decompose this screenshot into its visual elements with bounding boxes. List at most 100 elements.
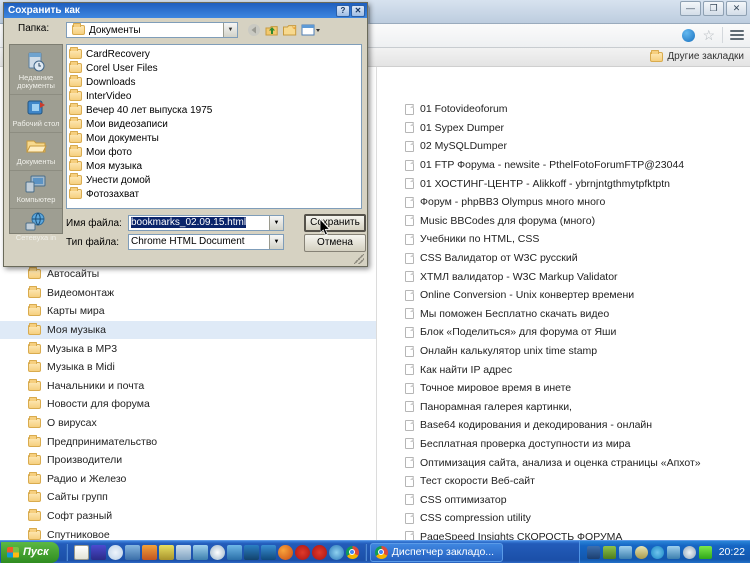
opera-icon[interactable] — [294, 544, 310, 560]
bookmark-item[interactable]: Base64 кодирования и декодирования - онл… — [378, 416, 750, 435]
tree-folder-item[interactable]: Софт разный — [0, 507, 376, 526]
bookmark-item[interactable]: Как найти IP адрес — [378, 360, 750, 379]
clock-icon[interactable] — [682, 545, 696, 559]
tree-folder-item[interactable]: О вирусах — [0, 414, 376, 433]
file-list-item[interactable]: Мои документы — [69, 131, 361, 145]
file-type-select[interactable]: Chrome HTML Document ▼ — [128, 234, 284, 250]
tree-folder-item[interactable]: Новости для форума — [0, 395, 376, 414]
menu-icon[interactable] — [730, 28, 744, 42]
photoshop-icon[interactable] — [243, 544, 259, 560]
file-list-item[interactable]: Унести домой — [69, 173, 361, 187]
shield-icon[interactable] — [602, 545, 616, 559]
file-list-item[interactable]: Вечер 40 лет выпуска 1975 — [69, 103, 361, 117]
mail-icon[interactable] — [124, 544, 140, 560]
explorer-icon[interactable] — [226, 544, 242, 560]
file-list[interactable]: CardRecovery Corel User Files Downloads Int… — [66, 44, 362, 209]
close-icon[interactable]: ✕ — [351, 4, 365, 17]
bookmark-item[interactable]: 01 ХОСТИНГ-ЦЕНТР - Alikkoff - ybrnjntgth… — [378, 174, 750, 193]
bell-icon[interactable] — [634, 545, 648, 559]
bookmark-item[interactable]: Форум - phpBB3 Olympus много много — [378, 193, 750, 212]
bookmark-item[interactable]: 01 Fotovideoforum — [378, 100, 750, 119]
minimize-button[interactable]: — — [680, 1, 701, 16]
back-icon[interactable] — [247, 23, 261, 37]
cancel-button[interactable]: Отмена — [304, 234, 366, 252]
new-folder-icon[interactable] — [283, 23, 297, 37]
indesign-icon[interactable] — [260, 544, 276, 560]
notepad-icon[interactable] — [73, 544, 89, 560]
file-list-item[interactable]: Фотозахват — [69, 187, 361, 201]
bookmark-item[interactable]: Music BBCodes для форума (много) — [378, 212, 750, 231]
bookmark-item[interactable]: Онлайн калькулятор unix time stamp — [378, 342, 750, 361]
look-in-combobox[interactable]: Документы ▼ — [66, 22, 238, 38]
bookmark-item[interactable]: CSS оптимизатор — [378, 490, 750, 509]
circle-icon[interactable] — [107, 544, 123, 560]
file-list-item[interactable]: Мои видеозаписи — [69, 117, 361, 131]
skype-icon[interactable] — [650, 545, 664, 559]
close-window-button[interactable]: ✕ — [726, 1, 747, 16]
tree-folder-item[interactable]: Радио и Железо — [0, 470, 376, 489]
file-list-item[interactable]: Downloads — [69, 75, 361, 89]
bookmark-item[interactable]: Тест скорости Веб-сайт — [378, 472, 750, 491]
sql-icon[interactable] — [586, 545, 600, 559]
file-list-item[interactable]: CardRecovery — [69, 47, 361, 61]
bookmark-item[interactable]: CSS compression utility — [378, 509, 750, 528]
file-list-item[interactable]: Мои фото — [69, 145, 361, 159]
tree-folder-item[interactable]: Музыка в Midi — [0, 358, 376, 377]
bookmark-item[interactable]: PageSpeed Insights СКОРОСТЬ ФОРУМА — [378, 528, 750, 540]
display-icon[interactable] — [90, 544, 106, 560]
file-name-input[interactable]: bookmarks_02.09.15.html ▼ — [128, 215, 284, 231]
chrome-icon[interactable] — [345, 545, 359, 559]
help-button[interactable]: ? — [336, 4, 350, 17]
place-computer[interactable]: Компьютер — [10, 171, 62, 209]
bookmark-item[interactable]: 01 FTP Форума - newsite - PthelFotoForum… — [378, 156, 750, 175]
clock[interactable]: 20:22 — [719, 546, 745, 558]
bookmark-item[interactable]: 01 Sypex Dumper — [378, 119, 750, 138]
place-recent-documents[interactable]: Недавние документы — [10, 49, 62, 95]
opera-icon-2[interactable] — [311, 544, 327, 560]
disc-icon[interactable] — [209, 544, 225, 560]
bookmark-list[interactable]: 01 Fotovideoforum 01 Sypex Dumper 02 MySQL… — [378, 67, 750, 540]
bookmark-item[interactable]: Online Conversion - Unix конвертер време… — [378, 286, 750, 305]
pencil-icon[interactable] — [158, 544, 174, 560]
network-icon[interactable] — [666, 545, 680, 559]
chevron-down-icon[interactable]: ▼ — [223, 23, 237, 37]
up-folder-icon[interactable] — [265, 23, 279, 37]
chevron-down-icon[interactable]: ▼ — [269, 216, 283, 230]
tree-folder-item[interactable]: Предпринимательство — [0, 432, 376, 451]
paint-icon[interactable] — [141, 544, 157, 560]
bookmark-item[interactable]: Учебники по HTML, CSS — [378, 230, 750, 249]
tree-folder-item[interactable]: Спутниковое — [0, 525, 376, 540]
bookmark-item[interactable]: 02 MySQLDumper — [378, 137, 750, 156]
tree-folder-item[interactable]: Моя музыка — [0, 320, 376, 340]
bookmark-item[interactable]: Панорамная галерея картинки, — [378, 398, 750, 417]
maximize-button[interactable]: ❐ — [703, 1, 724, 16]
folder-icon[interactable] — [175, 544, 191, 560]
tree-folder-item[interactable]: Автосайты — [0, 265, 376, 284]
tree-folder-item[interactable]: Видеомонтаж — [0, 284, 376, 303]
tree-folder-item[interactable]: Производители — [0, 451, 376, 470]
start-button[interactable]: Пуск — [1, 541, 59, 563]
tree-folder-item[interactable]: Начальники и почта — [0, 377, 376, 396]
sync-icon[interactable] — [618, 545, 632, 559]
bookmark-item[interactable]: Оптимизация сайта, анализа и оценка стра… — [378, 453, 750, 472]
place-network[interactable]: Сетевуха in — [10, 209, 62, 246]
globe-icon[interactable] — [682, 28, 696, 42]
media-icon[interactable] — [192, 544, 208, 560]
chevron-down-icon[interactable]: ▼ — [269, 235, 283, 249]
place-desktop[interactable]: Рабочий стол — [10, 95, 62, 133]
quick-launch[interactable] — [71, 544, 362, 560]
refresh-icon[interactable] — [698, 545, 712, 559]
firefox-icon[interactable] — [277, 544, 293, 560]
bookmark-item[interactable]: ХТМЛ валидатор - W3C Markup Validator — [378, 267, 750, 286]
place-documents[interactable]: Документы — [10, 133, 62, 171]
bookmark-item[interactable]: Мы поможен Бесплатно скачать видео — [378, 305, 750, 324]
bookmark-item[interactable]: Точное мировое время в инете — [378, 379, 750, 398]
tree-folder-item[interactable]: Музыка в MP3 — [0, 339, 376, 358]
tree-folder-item[interactable]: Карты мира — [0, 302, 376, 321]
file-list-item[interactable]: Corel User Files — [69, 61, 361, 75]
other-bookmarks-button[interactable]: Другие закладки — [650, 49, 744, 62]
internet-explorer-icon[interactable] — [328, 544, 344, 560]
taskbar-button-bookmark-manager[interactable]: Диспетчер закладо... — [369, 542, 504, 562]
file-list-item[interactable]: InterVideo — [69, 89, 361, 103]
dialog-places-bar[interactable]: Недавние документы Рабочий стол Документ… — [9, 44, 63, 242]
